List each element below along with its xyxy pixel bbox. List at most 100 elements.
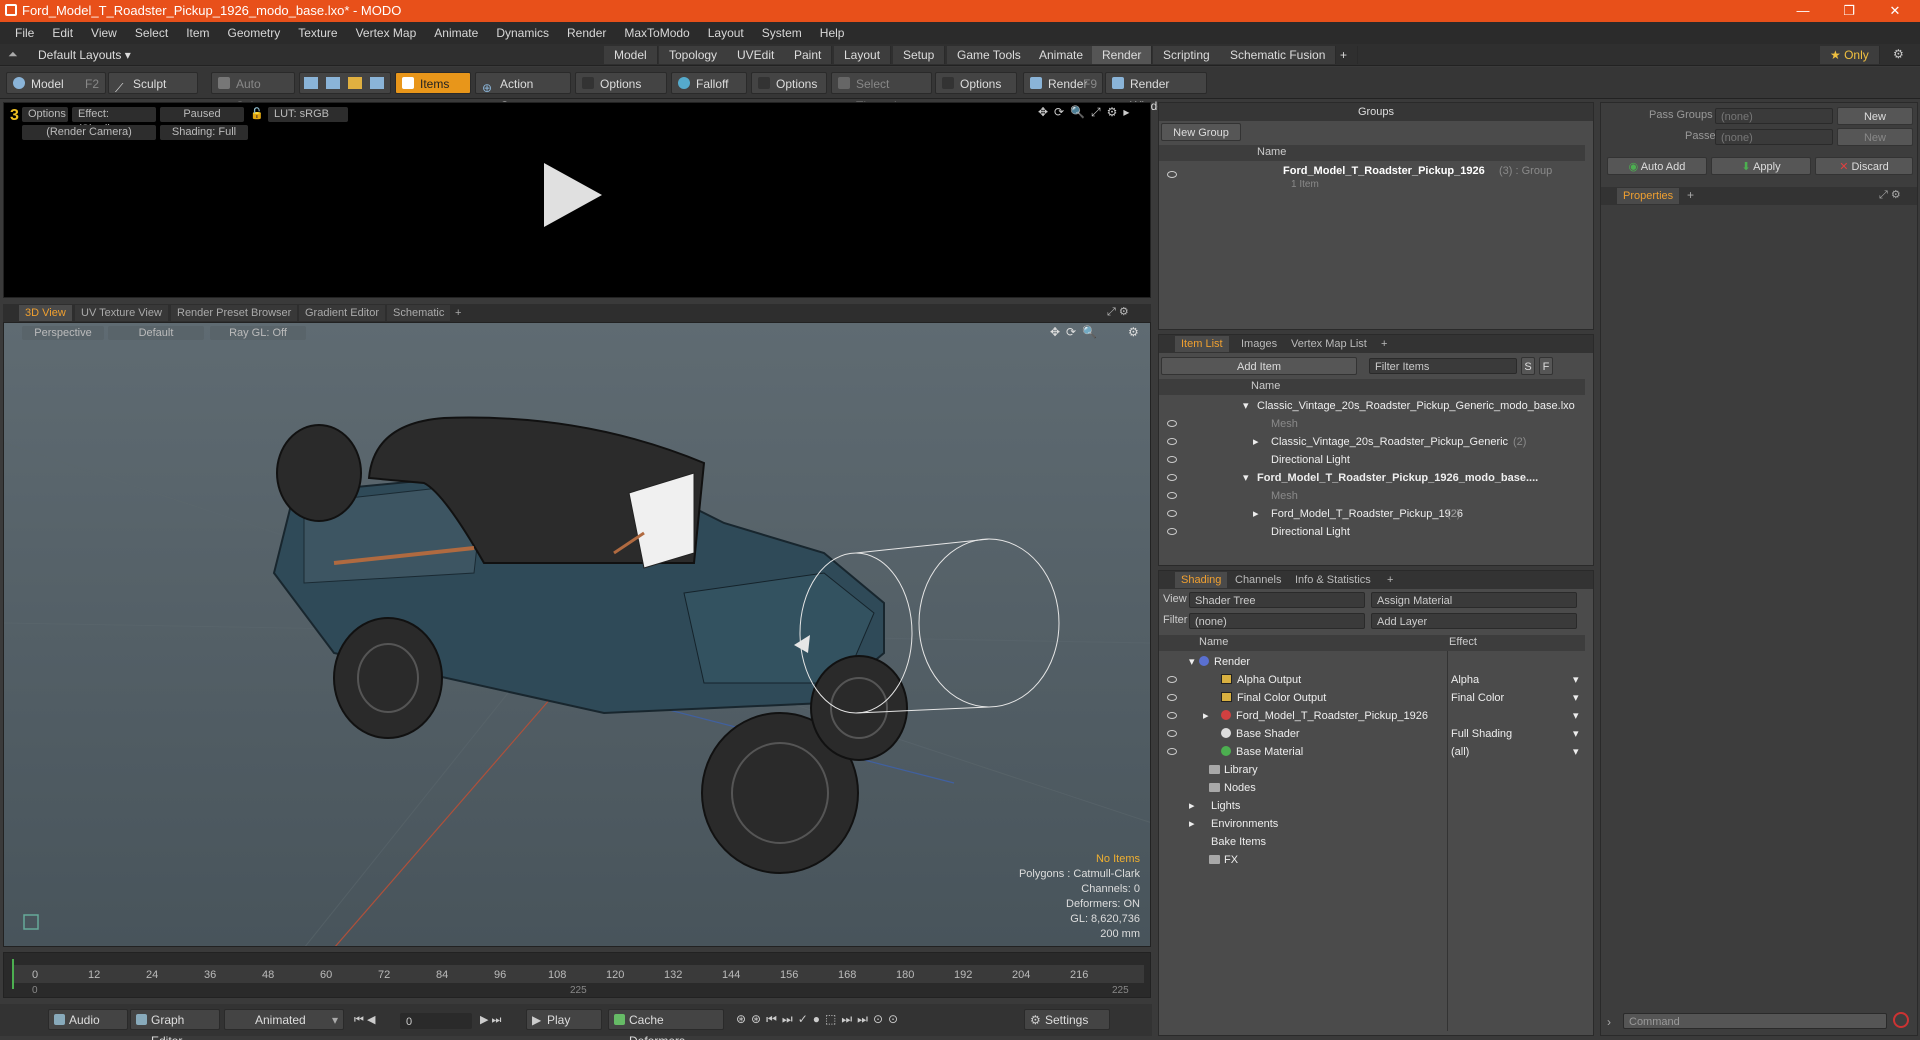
filter-items-input[interactable]: Filter Items (1369, 358, 1517, 374)
shader-row[interactable]: Library (1159, 761, 1585, 779)
polygons-mode-icon[interactable] (348, 77, 362, 89)
tab-setup[interactable]: Setup (893, 46, 946, 64)
tab-schematic[interactable]: Schematic (387, 305, 451, 321)
paused-toggle[interactable]: Paused (160, 107, 244, 122)
chevron-down-icon[interactable]: ▾ (1573, 725, 1579, 743)
tab-images[interactable]: Images (1235, 336, 1283, 352)
menu-geometry[interactable]: Geometry (219, 26, 290, 40)
eye-icon[interactable] (1167, 712, 1177, 719)
pass-groups-dropdown[interactable]: (none) (1715, 108, 1833, 124)
gear-icon[interactable]: ⚙ (1893, 47, 1904, 61)
tab-render-preset-browser[interactable]: Render Preset Browser (171, 305, 298, 321)
only-toggle[interactable]: ★ Only (1820, 46, 1880, 64)
shader-row[interactable]: Base Material (all) ▾ (1159, 743, 1585, 761)
eye-icon[interactable] (1167, 456, 1177, 463)
shader-row[interactable]: ▸ Lights (1159, 797, 1585, 815)
tab-layout[interactable]: Layout (834, 46, 892, 64)
menu-select[interactable]: Select (126, 26, 177, 40)
shader-row[interactable]: Bake Items (1159, 833, 1585, 851)
effect-dropdown[interactable]: Effect: (Shadi... (72, 107, 156, 135)
add-tab-button[interactable]: + (1330, 46, 1359, 64)
shader-row[interactable]: Nodes (1159, 779, 1585, 797)
tab-uv-texture-view[interactable]: UV Texture View (75, 305, 168, 321)
add-layer-dropdown[interactable]: Add Layer (1371, 613, 1577, 629)
layout-selector[interactable]: Default Layouts ▾ (38, 48, 131, 62)
expand-arrow-icon[interactable]: ▾ (1189, 653, 1195, 671)
expand-arrow-icon[interactable]: ▸ (1253, 505, 1259, 523)
menu-maxtomodo[interactable]: MaxToModo (615, 26, 698, 40)
action-center-options[interactable]: Options (575, 72, 667, 94)
add-panel-tab-button[interactable]: + (1687, 188, 1694, 202)
tab-uvedit[interactable]: UVEdit (727, 46, 786, 64)
lut-dropdown[interactable]: LUT: sRGB (268, 107, 348, 122)
shader-row[interactable]: Base Shader Full Shading ▾ (1159, 725, 1585, 743)
tab-item-list[interactable]: Item List (1175, 336, 1229, 352)
tab-gradient-editor[interactable]: Gradient Editor (299, 305, 385, 321)
graph-editor-button[interactable]: Graph Editor (130, 1009, 220, 1040)
tab-game-tools[interactable]: Game Tools (947, 46, 1032, 64)
timeline-playhead[interactable] (12, 959, 14, 989)
new-pass-button[interactable]: New (1837, 128, 1913, 146)
add-panel-tab-button[interactable]: + (1375, 336, 1393, 352)
select-through-options[interactable]: Options (935, 72, 1017, 94)
eye-icon[interactable] (1167, 730, 1177, 737)
new-group-button[interactable]: New Group (1161, 123, 1241, 141)
shader-row[interactable]: Alpha Output Alpha ▾ (1159, 671, 1585, 689)
filter-s-button[interactable]: S (1521, 357, 1535, 375)
eye-icon[interactable] (1167, 171, 1177, 178)
render-camera-dropdown[interactable]: (Render Camera) (22, 125, 156, 140)
menu-view[interactable]: View (82, 26, 126, 40)
tab-shading[interactable]: Shading (1175, 572, 1228, 588)
vertices-mode-icon[interactable] (304, 77, 318, 89)
3d-viewport[interactable]: Perspective Default Ray GL: Off ✥⟳🔍 ⚙ No… (3, 322, 1151, 947)
render-preview-viewport[interactable]: 3 Options Effect: (Shadi... Paused 🔓 LUT… (3, 102, 1151, 298)
menu-help[interactable]: Help (811, 26, 854, 40)
falloff-options[interactable]: Options (751, 72, 827, 94)
effect-value[interactable]: (all) (1451, 743, 1469, 761)
menu-file[interactable]: File (6, 26, 43, 40)
chevron-down-icon[interactable]: ▾ (1573, 671, 1579, 689)
discard-button[interactable]: ✕ Discard (1815, 157, 1913, 175)
audio-button[interactable]: Audio (48, 1009, 128, 1030)
assign-material-dropdown[interactable]: Assign Material (1371, 592, 1577, 608)
action-center-button[interactable]: ⊕ Action Center (475, 72, 571, 113)
expand-arrow-icon[interactable]: ▸ (1203, 707, 1209, 725)
tab-channels[interactable]: Channels (1229, 572, 1287, 588)
menu-item[interactable]: Item (177, 26, 218, 40)
maximize-icon[interactable]: ⤢ ⚙ (1879, 188, 1901, 202)
tab-info-statistics[interactable]: Info & Statistics (1289, 572, 1377, 588)
menu-texture[interactable]: Texture (289, 26, 346, 40)
menu-edit[interactable]: Edit (43, 26, 82, 40)
expand-arrow-icon[interactable]: ▸ (1189, 797, 1195, 815)
sculpt-button[interactable]: ⟋ Sculpt (108, 72, 198, 95)
menu-render[interactable]: Render (558, 26, 615, 40)
skip-start-icon[interactable]: ⏮ ◀ (354, 1013, 375, 1027)
timeline[interactable]: 0 12 24 36 48 60 72 84 96 108 120 132 14… (3, 952, 1151, 998)
new-pass-group-button[interactable]: New (1837, 107, 1913, 125)
tab-model[interactable]: Model (604, 46, 658, 64)
shader-row[interactable]: ▸ Ford_Model_T_Roadster_Pickup_1926 ▾ (1159, 707, 1585, 725)
chevron-down-icon[interactable]: ▾ (1573, 743, 1579, 761)
chevron-down-icon[interactable]: ▾ (1573, 689, 1579, 707)
command-input[interactable]: Command (1623, 1013, 1887, 1029)
eye-icon[interactable] (1167, 492, 1177, 499)
shading-dropdown[interactable]: Shading: Full (160, 125, 248, 140)
tab-render[interactable]: Render (1092, 46, 1153, 64)
shader-row[interactable]: FX (1159, 851, 1585, 869)
tab-scripting[interactable]: Scripting (1153, 46, 1221, 64)
expand-arrow-icon[interactable]: ▾ (1243, 397, 1249, 415)
eye-icon[interactable] (1167, 474, 1177, 481)
filter-dropdown[interactable]: (none) (1189, 613, 1365, 629)
expand-arrow-icon[interactable]: ▾ (1243, 469, 1249, 487)
select-through-button[interactable]: Select Through (831, 72, 932, 113)
items-mode-button[interactable]: Items (395, 72, 471, 94)
model-mode-button[interactable]: Model F2 (6, 72, 106, 94)
tab-schematic-fusion[interactable]: Schematic Fusion (1220, 46, 1337, 64)
frame-field[interactable]: 0 (400, 1013, 472, 1029)
record-icon[interactable] (1893, 1012, 1909, 1028)
eye-icon[interactable] (1167, 420, 1177, 427)
falloff-button[interactable]: Falloff (671, 72, 747, 94)
timeline-track[interactable] (12, 965, 1144, 983)
play-render-icon[interactable] (544, 163, 602, 227)
chevron-down-icon[interactable]: ▾ (1573, 707, 1579, 725)
